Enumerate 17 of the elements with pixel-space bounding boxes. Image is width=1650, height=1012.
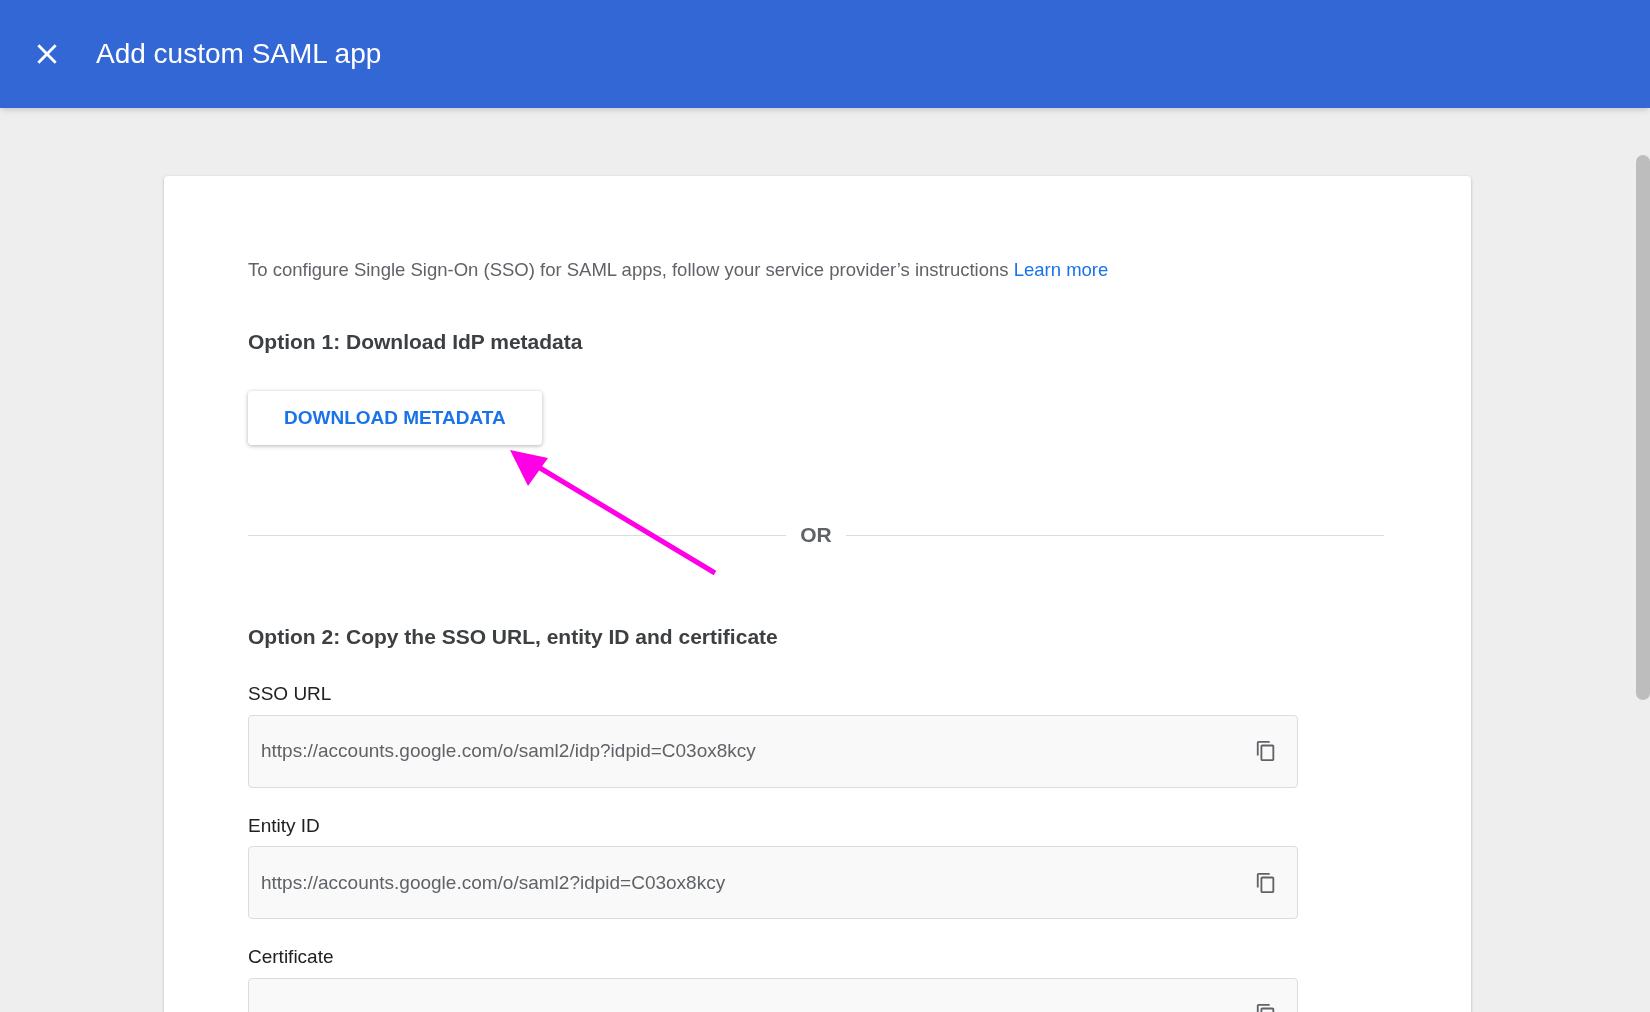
field-label: Certificate (248, 945, 335, 970)
download-metadata-button[interactable]: DOWNLOAD METADATA (248, 391, 542, 446)
field-label: Entity ID (248, 813, 321, 838)
or-separator-label: OR (800, 522, 832, 549)
field-label: SSO URL (248, 682, 333, 707)
copy-icon[interactable] (1255, 740, 1277, 763)
field-value: https://accounts.google.com/o/saml2/idp?idpid=C03ox8kcy (261, 739, 757, 763)
page-title: Add custom SAML app (96, 37, 382, 71)
intro-text: To configure Single Sign-On (SSO) for SAML apps, follow your service provider’s instructions Learn more (248, 258, 1110, 282)
field-value: https://accounts.google.com/o/saml2?idpid=C03ox8kcy (261, 870, 727, 895)
input-field[interactable]: https://accounts.google.com/o/saml2/idp?idpid=C03ox8kcy (248, 714, 1298, 788)
section-heading: Option 1: Download IdP metadata (248, 328, 584, 355)
learn-more-link[interactable]: Learn more (1013, 259, 1109, 280)
input-field[interactable]: https://accounts.google.com/o/saml2?idpid=C03ox8kcy (248, 846, 1298, 920)
scrollbar-thumb[interactable] (1636, 155, 1650, 700)
copy-icon[interactable] (1255, 871, 1277, 894)
section-heading: Option 2: Copy the SSO URL, entity ID and certificate (248, 623, 779, 650)
